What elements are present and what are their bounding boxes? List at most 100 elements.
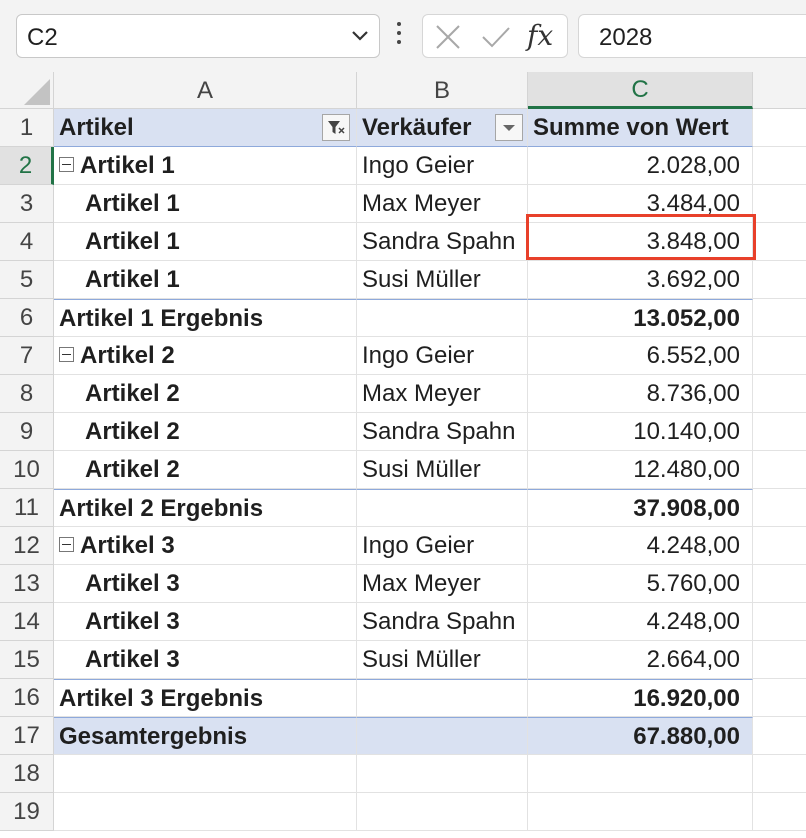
row-number[interactable]: 12 — [0, 527, 54, 565]
cell-b[interactable]: Susi Müller — [357, 261, 528, 299]
cell-d[interactable] — [753, 451, 806, 489]
cell-c[interactable]: 3.692,00 — [528, 261, 753, 299]
cell-d[interactable] — [753, 755, 806, 793]
row-number[interactable]: 5 — [0, 261, 54, 299]
cell-d[interactable] — [753, 641, 806, 679]
cell-b[interactable] — [357, 489, 528, 527]
cell-c[interactable]: 5.760,00 — [528, 565, 753, 603]
collapse-icon[interactable] — [59, 157, 74, 173]
cell-a[interactable]: Artikel 1 — [54, 147, 357, 185]
cell-c[interactable]: 13.052,00 — [528, 299, 753, 337]
row-number[interactable]: 9 — [0, 413, 54, 451]
row-number[interactable]: 8 — [0, 375, 54, 413]
cell-a[interactable]: Artikel 2 Ergebnis — [54, 489, 357, 527]
cell-a1[interactable]: Artikel — [54, 109, 357, 147]
cell-b1[interactable]: Verkäufer — [357, 109, 528, 147]
confirm-icon[interactable] — [481, 25, 511, 49]
row-number[interactable]: 11 — [0, 489, 54, 527]
row-number[interactable]: 1 — [0, 109, 54, 147]
cell-b[interactable] — [357, 717, 528, 755]
cell-a[interactable]: Artikel 2 — [54, 413, 357, 451]
row-number[interactable]: 13 — [0, 565, 54, 603]
cell-c1[interactable]: Summe von Wert — [528, 109, 753, 147]
cell-c[interactable]: 4.248,00 — [528, 527, 753, 565]
dropdown-arrow-icon[interactable] — [495, 114, 523, 141]
cell-c[interactable] — [528, 793, 753, 831]
cell-d[interactable] — [753, 299, 806, 337]
cell-a[interactable]: Gesamtergebnis — [54, 717, 357, 755]
cell-a[interactable]: Artikel 3 — [54, 641, 357, 679]
column-header-c[interactable]: C — [528, 72, 753, 109]
cell-b[interactable]: Susi Müller — [357, 641, 528, 679]
more-vertical-icon[interactable] — [392, 22, 406, 52]
cell-d1[interactable] — [753, 109, 806, 147]
cell-d[interactable] — [753, 147, 806, 185]
cell-c[interactable]: 16.920,00 — [528, 679, 753, 717]
cell-d[interactable] — [753, 527, 806, 565]
cell-b[interactable]: Ingo Geier — [357, 527, 528, 565]
cell-c[interactable]: 6.552,00 — [528, 337, 753, 375]
row-number[interactable]: 18 — [0, 755, 54, 793]
cell-d[interactable] — [753, 679, 806, 717]
select-all-corner[interactable] — [0, 72, 54, 109]
cell-b[interactable]: Max Meyer — [357, 185, 528, 223]
cell-b[interactable]: Max Meyer — [357, 375, 528, 413]
cell-b[interactable]: Susi Müller — [357, 451, 528, 489]
cell-d[interactable] — [753, 185, 806, 223]
cell-d[interactable] — [753, 489, 806, 527]
collapse-icon[interactable] — [59, 347, 74, 363]
row-number[interactable]: 4 — [0, 223, 54, 261]
collapse-icon[interactable] — [59, 537, 74, 553]
cell-d[interactable] — [753, 413, 806, 451]
cell-a[interactable]: Artikel 2 — [54, 451, 357, 489]
cell-a[interactable]: Artikel 1 — [54, 185, 357, 223]
cell-c[interactable]: 10.140,00 — [528, 413, 753, 451]
formula-input[interactable]: 2028 — [578, 14, 806, 58]
cell-c[interactable]: 3.848,00 — [528, 223, 753, 261]
cell-d[interactable] — [753, 337, 806, 375]
cell-b[interactable] — [357, 679, 528, 717]
cell-a[interactable]: Artikel 1 — [54, 261, 357, 299]
cell-d[interactable] — [753, 261, 806, 299]
cell-b[interactable]: Ingo Geier — [357, 147, 528, 185]
row-number[interactable]: 7 — [0, 337, 54, 375]
cell-d[interactable] — [753, 717, 806, 755]
cell-a[interactable]: Artikel 1 Ergebnis — [54, 299, 357, 337]
row-number[interactable]: 19 — [0, 793, 54, 831]
cell-b[interactable]: Sandra Spahn — [357, 603, 528, 641]
column-header-d[interactable] — [753, 72, 806, 109]
cell-d[interactable] — [753, 223, 806, 261]
cell-a[interactable]: Artikel 3 — [54, 603, 357, 641]
cell-b[interactable]: Max Meyer — [357, 565, 528, 603]
cell-c[interactable]: 4.248,00 — [528, 603, 753, 641]
chevron-down-icon[interactable] — [351, 29, 369, 43]
cell-b[interactable] — [357, 299, 528, 337]
row-number[interactable]: 6 — [0, 299, 54, 337]
cell-a[interactable]: Artikel 1 — [54, 223, 357, 261]
cell-d[interactable] — [753, 375, 806, 413]
cell-d[interactable] — [753, 793, 806, 831]
name-box[interactable]: C2 — [16, 14, 380, 58]
row-number[interactable]: 15 — [0, 641, 54, 679]
column-header-b[interactable]: B — [357, 72, 528, 109]
row-number[interactable]: 16 — [0, 679, 54, 717]
cell-b[interactable] — [357, 793, 528, 831]
cell-b[interactable]: Sandra Spahn — [357, 413, 528, 451]
cell-b[interactable]: Sandra Spahn — [357, 223, 528, 261]
cell-a[interactable]: Artikel 3 Ergebnis — [54, 679, 357, 717]
cell-a[interactable] — [54, 755, 357, 793]
cell-d[interactable] — [753, 603, 806, 641]
cell-a[interactable]: Artikel 2 — [54, 375, 357, 413]
cell-d[interactable] — [753, 565, 806, 603]
cell-c[interactable]: 37.908,00 — [528, 489, 753, 527]
cell-a[interactable]: Artikel 3 — [54, 527, 357, 565]
filter-applied-icon[interactable] — [322, 114, 350, 141]
cell-b[interactable] — [357, 755, 528, 793]
row-number[interactable]: 10 — [0, 451, 54, 489]
cell-a[interactable]: Artikel 2 — [54, 337, 357, 375]
cell-c[interactable]: 2.664,00 — [528, 641, 753, 679]
cell-c[interactable] — [528, 755, 753, 793]
cell-c[interactable]: 8.736,00 — [528, 375, 753, 413]
cell-b[interactable]: Ingo Geier — [357, 337, 528, 375]
cell-c[interactable]: 67.880,00 — [528, 717, 753, 755]
